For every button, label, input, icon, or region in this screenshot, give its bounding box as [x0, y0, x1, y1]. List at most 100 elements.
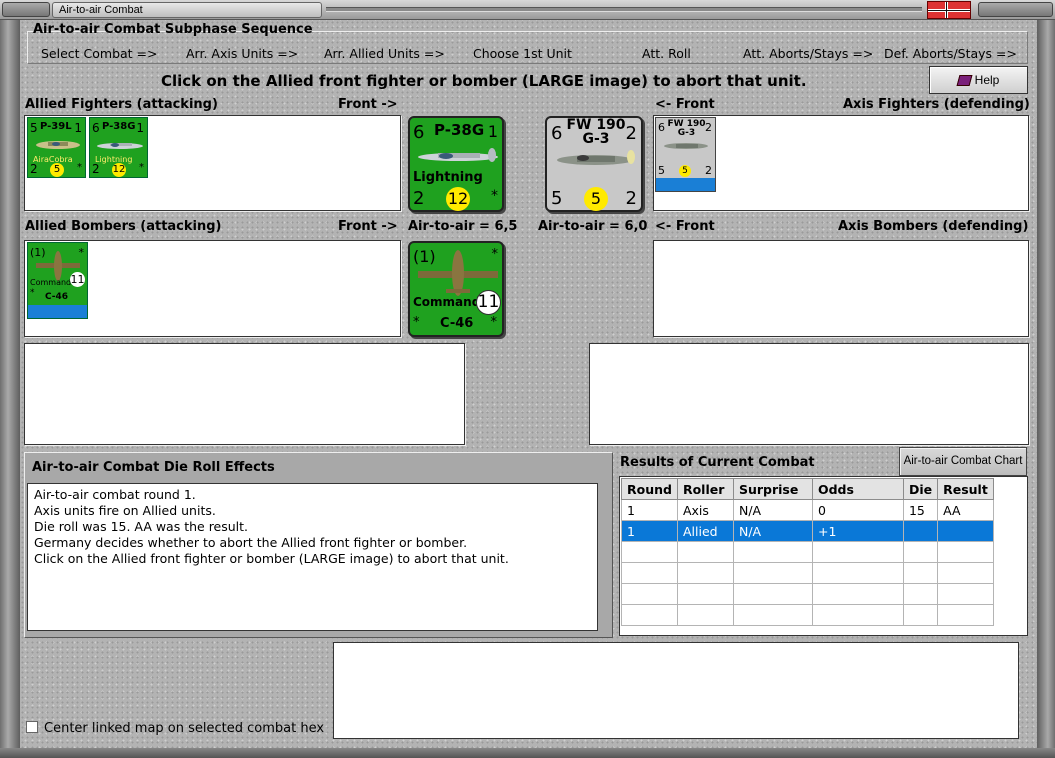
- counter-value-badge: 5: [50, 163, 64, 177]
- window-title: Air-to-air Combat: [52, 2, 322, 18]
- counter-star: *: [30, 288, 35, 298]
- selected-indicator: [28, 305, 87, 318]
- counter-defense: 2: [413, 188, 425, 209]
- axis-fighter-counter-fw190[interactable]: 6 FW 190 G-3 2 5 5 2: [655, 117, 716, 192]
- right-frame: [1037, 20, 1055, 758]
- p38-plane-icon: [97, 143, 143, 149]
- counter-star: *: [413, 315, 420, 330]
- fw190-plane-icon: [557, 150, 635, 165]
- cell-round: 1: [621, 520, 678, 542]
- counter-range: 1: [136, 121, 144, 135]
- counter-attack: 5: [30, 121, 38, 135]
- counter-value-badge: 5: [679, 165, 691, 177]
- sequence-title: Air-to-air Combat Subphase Sequence: [33, 22, 313, 37]
- column-header-surprise[interactable]: Surprise: [732, 478, 813, 500]
- table-row-selected[interactable]: 1 Allied N/A +1: [621, 520, 994, 542]
- sequence-step-att-aborts: Att. Aborts/Stays =>: [743, 46, 874, 61]
- effects-title: Air-to-air Combat Die Roll Effects: [32, 460, 275, 475]
- column-header-odds[interactable]: Odds: [811, 478, 904, 500]
- bottom-frame: [0, 748, 1055, 758]
- p39-plane-icon: [36, 141, 80, 149]
- help-book-icon: [956, 75, 973, 86]
- effects-text-area[interactable]: Air-to-air combat round 1. Axis units fi…: [27, 483, 598, 631]
- table-row[interactable]: 1 Axis N/A 0 15 AA: [621, 499, 994, 521]
- column-header-die[interactable]: Die: [902, 478, 939, 500]
- cell-die: 15: [902, 499, 939, 521]
- counter-defense: 2: [30, 162, 38, 176]
- axis-air-to-air-value: Air-to-air = 6,0: [538, 219, 648, 234]
- sequence-step-arr-allied: Arr. Allied Units =>: [324, 46, 445, 61]
- counter-name: P-39L: [40, 121, 72, 132]
- window-menu-button[interactable]: [2, 2, 50, 17]
- allied-front-bomber-counter[interactable]: (1) * Commando 11 * C-46 *: [408, 241, 504, 337]
- table-row-empty: [621, 541, 994, 563]
- cell-result: [937, 520, 994, 542]
- counter-speed: 2: [705, 164, 712, 177]
- selected-indicator: [656, 178, 715, 191]
- allied-extra-box: [24, 343, 465, 445]
- counter-name: C-46: [440, 316, 474, 331]
- axis-fighters-label: Axis Fighters (defending): [843, 97, 1030, 112]
- counter-defense: 5: [551, 188, 563, 209]
- allied-fighter-counter-p39l[interactable]: 5 P-39L 1 AiraCobra 2 5 *: [27, 117, 86, 178]
- message-box: [333, 642, 1019, 739]
- counter-range: 2: [625, 123, 637, 144]
- cell-odds: +1: [811, 520, 904, 542]
- counter-name: FW 190 G-3: [667, 119, 706, 138]
- allied-bomber-counter-c46[interactable]: (1) * Commando 11 * C-46: [27, 242, 88, 319]
- sequence-step-def-aborts: Def. Aborts/Stays =>: [884, 46, 1017, 61]
- counter-attack: 6: [92, 121, 100, 135]
- air-to-air-chart-button[interactable]: Air-to-air Combat Chart: [899, 447, 1027, 476]
- sequence-step-att-roll: Att. Roll: [642, 46, 691, 61]
- counter-attack: 6: [658, 121, 665, 134]
- allied-front-fighter-counter[interactable]: 6 P-38G 1 Lightning 2 12 *: [408, 116, 504, 212]
- axis-front-fighter-counter[interactable]: 6 FW 190 G-3 2 5 5 2: [545, 116, 643, 212]
- effects-line: Die roll was 15. AA was the result.: [34, 519, 249, 534]
- counter-range: 1: [74, 121, 82, 135]
- sequence-step-choose-first: Choose 1st Unit: [473, 46, 572, 61]
- counter-star: *: [490, 315, 498, 330]
- center-map-option[interactable]: Center linked map on selected combat hex: [26, 721, 324, 736]
- center-map-checkbox[interactable]: [26, 721, 38, 733]
- effects-line: Air-to-air combat round 1.: [34, 487, 196, 502]
- counter-attack: 6: [413, 122, 425, 143]
- p38-plane-icon: [418, 148, 498, 162]
- window-titlebar: Air-to-air Combat: [0, 0, 1055, 20]
- cell-roller: Allied: [676, 520, 734, 542]
- sequence-step-arr-axis: Arr. Axis Units =>: [186, 46, 299, 61]
- counter-defense: 2: [92, 162, 100, 176]
- axis-bombers-box[interactable]: [653, 240, 1029, 337]
- instruction-text: Click on the Allied front fighter or bom…: [161, 72, 807, 90]
- table-row-empty: [621, 583, 994, 605]
- axis-bombers-label: Axis Bombers (defending): [838, 219, 1029, 234]
- allied-bombers-label: Allied Bombers (attacking): [25, 219, 222, 234]
- counter-range: 1: [487, 122, 498, 141]
- column-header-round[interactable]: Round: [621, 478, 678, 500]
- counter-defense: 5: [658, 164, 665, 177]
- counter-speed: 2: [625, 188, 637, 209]
- column-header-result[interactable]: Result: [937, 478, 994, 500]
- results-header-row: Round Roller Surprise Odds Die Result: [621, 478, 994, 500]
- help-button[interactable]: Help: [929, 66, 1028, 94]
- allied-fighter-counter-p38g[interactable]: 6 P-38G 1 Lightning 2 12 *: [89, 117, 148, 178]
- table-row-empty: [621, 604, 994, 626]
- center-map-label: Center linked map on selected combat hex: [44, 721, 325, 736]
- cell-die: [902, 520, 939, 542]
- effects-line: Axis units fire on Allied units.: [34, 503, 216, 518]
- cell-odds: 0: [811, 499, 904, 521]
- counter-star: *: [77, 162, 82, 173]
- counter-subname: Lightning: [95, 155, 133, 164]
- allied-air-to-air-value: Air-to-air = 6,5: [408, 219, 518, 234]
- fw190-plane-icon: [664, 143, 708, 149]
- counter-name: FW 190 G-3: [566, 117, 626, 147]
- column-header-roller[interactable]: Roller: [676, 478, 734, 500]
- counter-name: P-38G: [102, 121, 136, 132]
- effects-line: Germany decides whether to abort the All…: [34, 535, 468, 550]
- axis-front-label: <- Front: [655, 97, 715, 112]
- window-control-button[interactable]: [978, 2, 1053, 17]
- cell-surprise: N/A: [732, 499, 813, 521]
- german-flag-icon: [927, 1, 971, 19]
- cell-roller: Axis: [676, 499, 734, 521]
- results-table[interactable]: Round Roller Surprise Odds Die Result 1 …: [621, 478, 994, 626]
- counter-value-badge: 12: [112, 163, 126, 177]
